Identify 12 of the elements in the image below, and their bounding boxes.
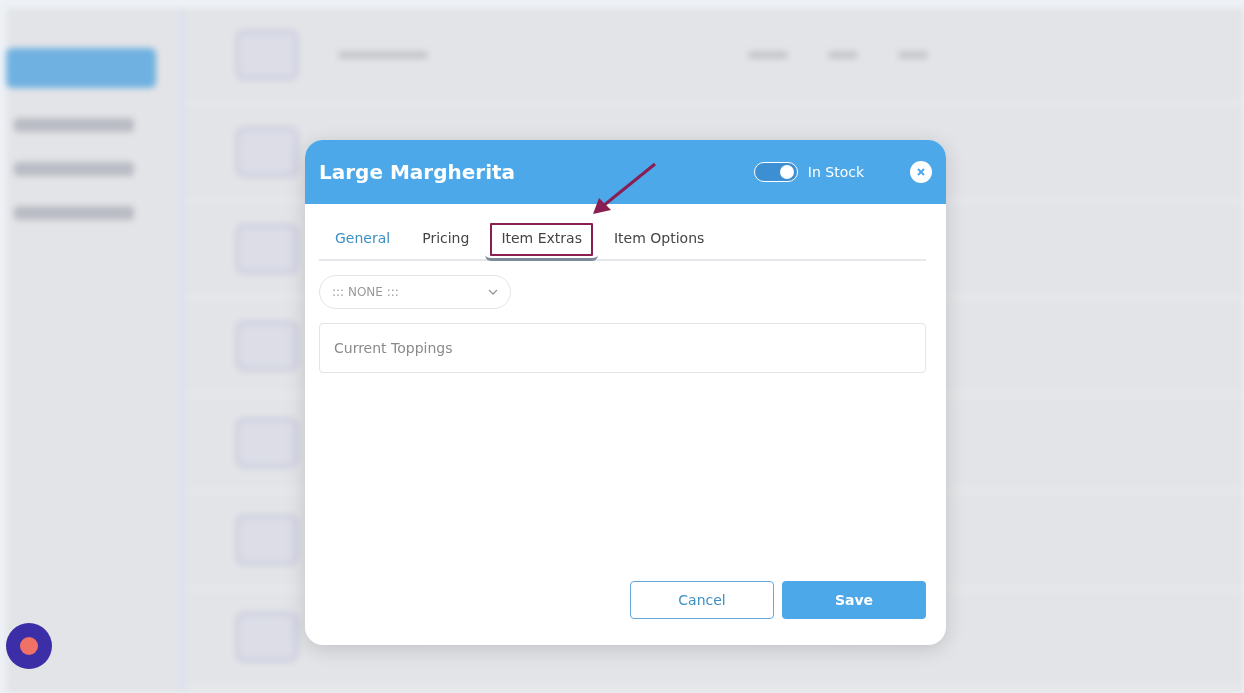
cancel-button[interactable]: Cancel xyxy=(630,581,774,619)
stock-toggle[interactable] xyxy=(753,162,798,182)
save-button[interactable]: Save xyxy=(782,581,926,619)
tab[interactable]: Pricing xyxy=(406,218,486,261)
chevron-down-icon xyxy=(488,289,498,295)
tab[interactable]: General xyxy=(319,218,407,261)
tab[interactable]: Item Extras xyxy=(485,218,598,261)
toppings-field[interactable]: Current Toppings xyxy=(319,323,926,373)
close-icon[interactable] xyxy=(910,161,932,183)
tab[interactable]: Item Options xyxy=(597,218,721,261)
dialog-title: Large Margherita xyxy=(319,160,517,184)
toggle-label: In Stock xyxy=(807,164,864,180)
